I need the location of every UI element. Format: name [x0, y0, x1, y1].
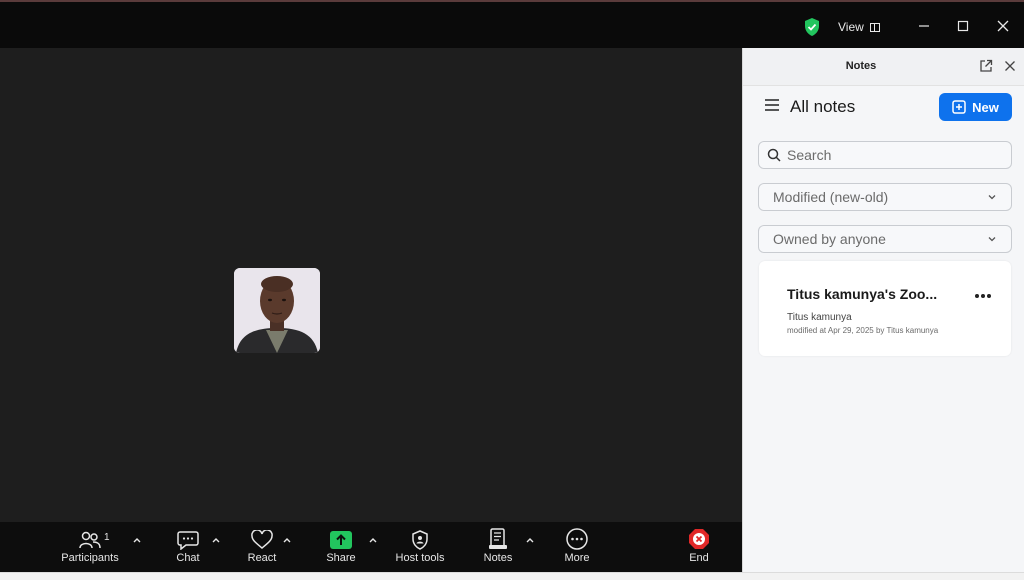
- chevron-down-icon: [988, 237, 996, 242]
- host-tools-button[interactable]: Host tools: [392, 522, 448, 572]
- participants-label: Participants: [61, 552, 119, 564]
- sort-select-value: Modified (new-old): [773, 189, 889, 205]
- hamburger-menu-icon[interactable]: [765, 99, 779, 111]
- close-panel-icon[interactable]: [1003, 59, 1017, 73]
- share-caret-icon[interactable]: [367, 534, 379, 546]
- notes-panel-header: Notes: [743, 48, 1024, 86]
- close-window-button[interactable]: [989, 14, 1017, 38]
- note-card[interactable]: Titus kamunya's Zoo... Titus kamunya mod…: [759, 261, 1011, 356]
- search-box[interactable]: [758, 141, 1012, 169]
- search-input[interactable]: [787, 147, 997, 163]
- notes-icon: [489, 528, 507, 549]
- react-button[interactable]: React: [244, 522, 280, 572]
- sort-select[interactable]: Modified (new-old): [758, 183, 1012, 211]
- more-label: More: [564, 552, 590, 564]
- grid-icon: [869, 22, 880, 32]
- host-tools-label: Host tools: [395, 552, 445, 564]
- more-button[interactable]: More: [559, 522, 595, 572]
- note-owner: Titus kamunya: [787, 312, 852, 323]
- new-note-button[interactable]: New: [939, 93, 1012, 121]
- bottom-edge: [0, 572, 1024, 580]
- view-button[interactable]: View: [838, 20, 880, 34]
- window-title-bar: View: [0, 0, 1024, 48]
- owner-filter-select[interactable]: Owned by anyone: [758, 225, 1012, 253]
- note-title: Titus kamunya's Zoo...: [787, 286, 938, 302]
- view-label: View: [838, 20, 864, 34]
- react-caret-icon[interactable]: [281, 534, 293, 546]
- participants-icon: [79, 531, 101, 549]
- chat-button[interactable]: Chat: [170, 522, 206, 572]
- chat-caret-icon[interactable]: [210, 534, 222, 546]
- share-button[interactable]: Share: [322, 522, 360, 572]
- chat-icon: [177, 531, 199, 550]
- notes-button[interactable]: Notes: [480, 522, 516, 572]
- end-label: End: [689, 552, 709, 564]
- participants-count: 1: [104, 532, 110, 543]
- more-icon: [566, 528, 588, 550]
- participant-avatar[interactable]: [234, 268, 320, 353]
- shield-icon: [412, 530, 428, 550]
- maximize-button[interactable]: [949, 14, 977, 38]
- minimize-icon: [919, 25, 929, 27]
- pop-out-icon[interactable]: [979, 59, 993, 73]
- end-button[interactable]: End: [681, 522, 717, 572]
- participants-caret-icon[interactable]: [131, 534, 143, 546]
- search-icon: [767, 148, 781, 162]
- video-area: [0, 48, 742, 522]
- person-photo: [234, 268, 320, 353]
- meeting-toolbar: Participants 1 Chat React Share Host too…: [0, 522, 742, 572]
- notes-panel: Notes All notes New Modified (new-old) O…: [742, 48, 1024, 572]
- owner-filter-value: Owned by anyone: [773, 231, 886, 247]
- end-call-icon: [689, 529, 709, 549]
- all-notes-heading: All notes: [790, 97, 856, 116]
- minimize-button[interactable]: [910, 14, 938, 38]
- react-label: React: [247, 552, 277, 564]
- notes-caret-icon[interactable]: [524, 534, 536, 546]
- close-icon: [997, 20, 1009, 32]
- new-note-icon: [952, 100, 966, 114]
- shield-check-icon[interactable]: [804, 18, 820, 36]
- chevron-down-icon: [988, 195, 996, 200]
- participants-button[interactable]: Participants: [60, 522, 120, 572]
- note-modified: modified at Apr 29, 2025 by Titus kamuny…: [787, 326, 939, 335]
- new-note-label: New: [972, 99, 999, 115]
- share-screen-icon: [330, 531, 352, 549]
- notes-panel-title: Notes: [845, 60, 877, 72]
- share-label: Share: [326, 552, 356, 564]
- maximize-icon: [957, 20, 969, 32]
- chat-label: Chat: [176, 552, 200, 564]
- more-options-icon[interactable]: [975, 294, 991, 300]
- notes-label: Notes: [483, 552, 513, 564]
- heart-icon: [251, 530, 273, 549]
